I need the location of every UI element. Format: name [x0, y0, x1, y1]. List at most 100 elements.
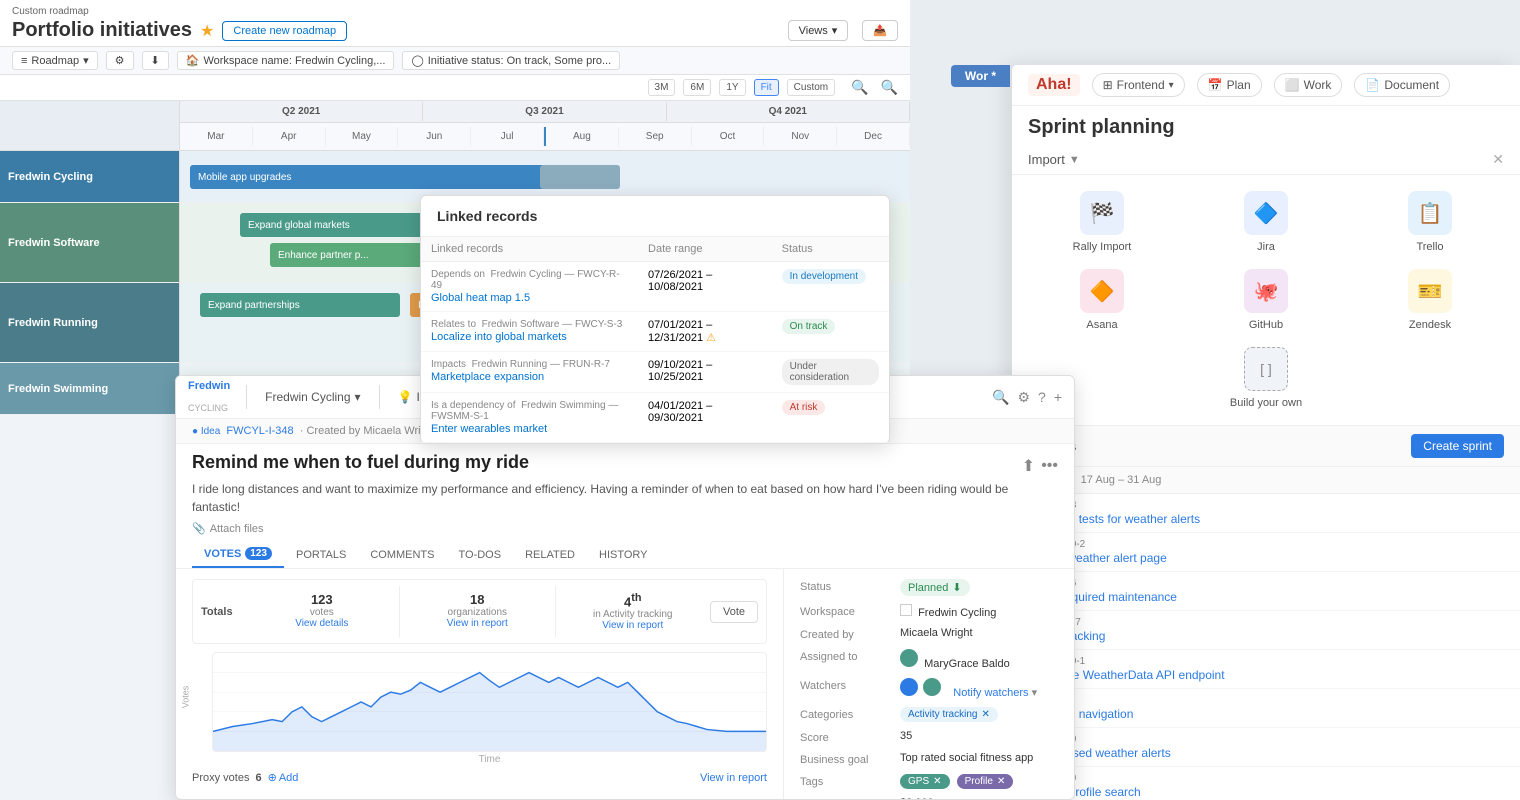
sprint-item-front18: FRONT-18 Add E2E tests for weather alert…: [1012, 494, 1520, 533]
import-asana[interactable]: 🔶 Asana: [1028, 269, 1176, 331]
tab-related[interactable]: RELATED: [513, 541, 587, 568]
workspace-icon: [900, 604, 912, 616]
bar-mobile-upgrades-2[interactable]: [540, 165, 620, 189]
import-custom[interactable]: [ ] Build your own: [1192, 347, 1340, 409]
import-zendesk[interactable]: 🎫 Zendesk: [1356, 269, 1504, 331]
sprint-item-link[interactable]: Track required maintenance: [1028, 590, 1504, 604]
import-trello[interactable]: 📋 Trello: [1356, 191, 1504, 253]
tab-comments[interactable]: COMMENTS: [358, 541, 446, 568]
category-badge: Activity tracking ✕: [900, 707, 998, 722]
votes-left-panel: Totals 123 votes View details 18 organiz…: [176, 569, 784, 800]
table-row: Is a dependency of Fredwin Swimming — FW…: [421, 393, 889, 443]
roadmap-selector[interactable]: ≡ Roadmap ▾: [12, 51, 98, 70]
activity-report-link[interactable]: View in report: [564, 620, 702, 631]
import-github[interactable]: 🐙 GitHub: [1192, 269, 1340, 331]
create-sprint-button[interactable]: Create sprint: [1411, 434, 1504, 458]
bar-mobile-upgrades[interactable]: Mobile app upgrades: [190, 165, 570, 189]
gantt-row-labels: Fredwin Cycling Fredwin Software Fredwin…: [0, 101, 180, 800]
settings-icon[interactable]: ⚙: [1017, 389, 1030, 406]
more-icon[interactable]: •••: [1041, 457, 1058, 475]
status-cell: In development: [772, 262, 889, 312]
custom-button[interactable]: Custom: [787, 79, 835, 96]
document-icon: 📄: [1365, 78, 1380, 92]
created-row: Created by Micaela Wright: [800, 627, 1058, 641]
search-icon[interactable]: 🔍: [992, 389, 1009, 406]
proxy-add-button[interactable]: ⊕ Add: [268, 771, 299, 784]
vote-button[interactable]: Vote: [710, 601, 758, 623]
bar-expand-partnerships[interactable]: Expand partnerships: [200, 293, 400, 317]
view-report-link[interactable]: View in report: [700, 772, 767, 784]
date-range-cell: 07/26/2021 – 10/08/2021: [638, 262, 772, 312]
create-roadmap-button[interactable]: Create new roadmap: [222, 21, 347, 41]
import-button[interactable]: Import ▼: [1028, 152, 1080, 167]
sprint-item-link[interactable]: Add E2E tests for weather alerts: [1028, 512, 1504, 526]
add-icon[interactable]: +: [1054, 389, 1062, 405]
status-badge: On track: [782, 319, 836, 334]
import-jira[interactable]: 🔷 Jira: [1192, 191, 1340, 253]
3m-button[interactable]: 3M: [648, 79, 676, 96]
zoom-in-icon[interactable]: 🔍: [851, 79, 868, 96]
tab-todos[interactable]: TO-DOS: [447, 541, 514, 568]
help-icon[interactable]: ?: [1038, 389, 1046, 405]
fit-button[interactable]: Fit: [754, 79, 779, 96]
work-nav[interactable]: ⬜ Work: [1274, 73, 1343, 97]
status-cell: Under consideration: [772, 352, 889, 393]
tab-portals[interactable]: PORTALS: [284, 541, 358, 568]
linked-record-cell: Depends on Fredwin Cycling — FWCY-R-49 G…: [421, 262, 638, 312]
tab-history[interactable]: HISTORY: [587, 541, 660, 568]
sprint-item-link[interactable]: Top level navigation: [1028, 707, 1504, 721]
sprint5-header: Sprint 5 17 Aug – 31 Aug: [1012, 467, 1520, 494]
sprint-items-list: FRONT-18 Add E2E tests for weather alert…: [1012, 494, 1520, 800]
record-link[interactable]: Global heat map 1.5: [431, 292, 628, 304]
import-label: Import: [1028, 152, 1065, 167]
6m-button[interactable]: 6M: [683, 79, 711, 96]
document-nav[interactable]: 📄 Document: [1354, 73, 1450, 97]
share-button[interactable]: 📤: [862, 20, 898, 41]
frontend-nav[interactable]: ⊞ Frontend ▾: [1092, 73, 1185, 97]
record-link[interactable]: Marketplace expansion: [431, 371, 628, 383]
table-row: Depends on Fredwin Cycling — FWCY-R-49 G…: [421, 262, 889, 312]
row-label-software: Fredwin Software: [0, 203, 179, 283]
votes-detail-link[interactable]: View details: [253, 618, 391, 629]
notify-watchers-btn[interactable]: Notify watchers: [953, 687, 1028, 699]
download-button[interactable]: ⬇: [142, 51, 169, 70]
zoom-out-icon[interactable]: 🔍: [881, 79, 898, 96]
tab-votes[interactable]: VOTES 123: [192, 541, 284, 568]
assignee-avatar: [900, 649, 918, 667]
score-row: Score 35: [800, 730, 1058, 744]
close-icon[interactable]: ✕: [997, 776, 1005, 787]
watchers-row: Watchers Notify watchers ▾: [800, 678, 1058, 699]
orgs-report-link[interactable]: View in report: [408, 618, 546, 629]
workspace-filter[interactable]: 🏠 Workspace name: Fredwin Cycling,...: [177, 51, 395, 70]
sprint-item-link[interactable]: Push-based weather alerts: [1028, 746, 1504, 760]
warn-icon: ⚠: [706, 332, 716, 344]
sprint-item-link[interactable]: Athlete profile search: [1028, 785, 1504, 799]
sprint-item-link[interactable]: Create weather alert page: [1028, 551, 1504, 565]
1y-button[interactable]: 1Y: [719, 79, 745, 96]
idea-id: FWCYL-I-348: [226, 425, 293, 437]
import-rally[interactable]: 🏁 Rally Import: [1028, 191, 1176, 253]
status-value: Planned ⬇: [900, 579, 970, 596]
record-link[interactable]: Localize into global markets: [431, 331, 628, 343]
upload-icon[interactable]: ⬆: [1022, 456, 1035, 476]
date-range-cell: 09/10/2021 – 10/25/2021: [638, 352, 772, 393]
nav-cycling-selector[interactable]: Fredwin Cycling ▾: [251, 384, 374, 410]
sprint-item-link[interactable]: Route tracking: [1028, 629, 1504, 643]
views-button[interactable]: Views ▾: [788, 20, 849, 41]
close-icon[interactable]: ✕: [933, 776, 941, 787]
settings-button[interactable]: ⚙: [106, 51, 134, 70]
votes-total: 123 votes View details: [245, 586, 400, 637]
paperclip-icon: 📎: [192, 522, 206, 535]
tag-profile: Profile ✕: [957, 774, 1014, 789]
zendesk-icon: 🎫: [1408, 269, 1452, 313]
linked-record-cell: Impacts Fredwin Running — FRUN-R-7 Marke…: [421, 352, 638, 393]
plan-nav[interactable]: 📅 Plan: [1197, 73, 1262, 97]
sprint-item-link[interactable]: Consume WeatherData API endpoint: [1028, 668, 1504, 682]
record-link[interactable]: Enter wearables market: [431, 423, 628, 435]
status-filter[interactable]: ◯ Initiative status: On track, Some pro.…: [402, 51, 620, 70]
wor-tab[interactable]: Wor *: [951, 65, 1010, 87]
votes-chart: [212, 652, 767, 752]
month-apr: Apr: [253, 127, 326, 146]
close-icon[interactable]: ✕: [981, 709, 989, 720]
close-button[interactable]: ✕: [1492, 151, 1504, 168]
